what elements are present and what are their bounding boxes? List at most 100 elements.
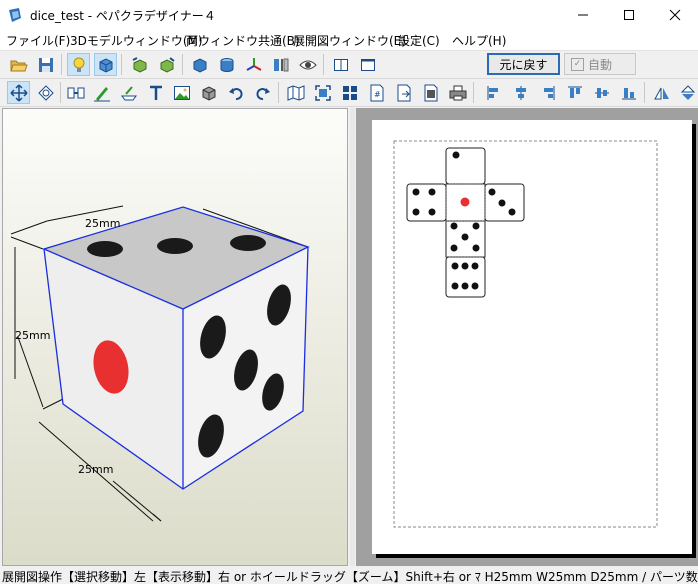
move-arrows-icon xyxy=(9,83,28,102)
select-move-tool[interactable] xyxy=(7,81,30,104)
minimize-icon xyxy=(578,14,588,16)
toolbar-separator xyxy=(121,54,122,75)
split-window-icon xyxy=(333,58,348,71)
redo-icon xyxy=(255,87,270,100)
align-center-icon xyxy=(515,85,526,100)
auto-checkbox[interactable]: ✓ 自動 xyxy=(564,53,636,75)
window-title: dice_test - ペパクラデザイナー４ xyxy=(30,9,216,23)
app-icon xyxy=(9,8,21,22)
view-splitter[interactable] xyxy=(350,108,355,566)
page-number-icon: # xyxy=(370,84,383,101)
export-button[interactable] xyxy=(392,81,415,104)
dimension-label-top: 25mm xyxy=(85,217,121,230)
menu-settings[interactable]: 設定(C) xyxy=(398,32,440,49)
printer-icon xyxy=(449,85,466,100)
svg-text:#: # xyxy=(374,90,381,99)
single-view-button[interactable] xyxy=(356,53,379,76)
folder-open-icon xyxy=(9,60,28,71)
edge-tool[interactable] xyxy=(90,81,113,104)
floppy-disk-icon xyxy=(38,57,53,72)
unfold-2d-view[interactable] xyxy=(356,108,698,566)
toolbar-edit: # xyxy=(0,79,698,107)
close-icon xyxy=(669,9,681,21)
parts-list-button[interactable] xyxy=(269,53,292,76)
map-view-button[interactable] xyxy=(284,81,307,104)
image-tool[interactable] xyxy=(170,81,193,104)
rotate-model-button[interactable] xyxy=(128,53,151,76)
axis-button[interactable] xyxy=(242,53,265,76)
toolbar-main: 元に戻す ✓ 自動 xyxy=(0,51,698,79)
align-middle-button[interactable] xyxy=(590,81,613,104)
align-bottom-icon xyxy=(621,87,636,99)
arrange-parts-button[interactable] xyxy=(338,81,361,104)
print-settings-button[interactable] xyxy=(419,81,442,104)
cube-icon xyxy=(202,85,215,101)
align-left-button[interactable] xyxy=(482,81,505,104)
toolbar-separator xyxy=(61,54,62,75)
open-button[interactable] xyxy=(7,53,30,76)
text-t-icon xyxy=(149,85,162,100)
print-button[interactable] xyxy=(446,81,469,104)
menu-3d-model-window[interactable]: 3Dモデルウィンドウ(M) xyxy=(70,32,203,49)
arrange-icon xyxy=(342,85,357,100)
pen-line-icon xyxy=(93,86,110,101)
window-icon xyxy=(360,58,375,71)
page-number-button[interactable]: # xyxy=(365,81,388,104)
redo-button[interactable] xyxy=(251,81,274,104)
dimension-label-bottom: 25mm xyxy=(78,463,114,476)
model-3d-view[interactable]: 25mm 25mm 25mm xyxy=(2,108,348,566)
light-bulb-icon xyxy=(73,57,84,72)
menu-help[interactable]: ヘルプ(H) xyxy=(452,32,506,49)
page-setup-icon xyxy=(424,84,437,101)
menu-both-windows[interactable]: 両ウィンドウ共通(B) xyxy=(186,32,300,49)
flip-vertical-button[interactable] xyxy=(676,81,698,104)
align-left-icon xyxy=(487,85,498,100)
textured-cube-icon xyxy=(99,57,112,73)
align-right-icon xyxy=(543,85,554,100)
toolbar-separator xyxy=(182,54,183,75)
toolbar-separator xyxy=(323,54,324,75)
minimize-button[interactable] xyxy=(560,0,606,30)
title-bar: dice_test - ペパクラデザイナー４ xyxy=(0,0,698,30)
close-button[interactable] xyxy=(652,0,698,30)
split-view-button[interactable] xyxy=(329,53,352,76)
align-top-button[interactable] xyxy=(563,81,586,104)
move-model-button[interactable] xyxy=(155,53,178,76)
align-bottom-button[interactable] xyxy=(617,81,640,104)
join-tool[interactable] xyxy=(64,81,87,104)
view-button[interactable] xyxy=(296,53,319,76)
texture-button[interactable] xyxy=(94,53,117,76)
light-button[interactable] xyxy=(67,53,90,76)
toolbar-separator xyxy=(278,82,279,103)
align-right-button[interactable] xyxy=(536,81,559,104)
flap-tool[interactable] xyxy=(117,81,140,104)
align-center-button[interactable] xyxy=(509,81,532,104)
status-text: 展開図操作【選択移動】左【表示移動】右 or ホイールドラッグ【ズーム】Shif… xyxy=(2,570,698,584)
cylinder-view-button[interactable] xyxy=(215,53,238,76)
rotate-part-tool[interactable] xyxy=(34,81,57,104)
box-icon xyxy=(193,57,206,73)
flip-icon xyxy=(653,87,669,99)
menu-unfold-window[interactable]: 展開図ウィンドウ(E) xyxy=(293,32,406,49)
page-arrow-icon xyxy=(397,84,410,101)
box-view-button[interactable] xyxy=(188,53,211,76)
auto-label: 自動 xyxy=(588,57,613,72)
unfold-part-tool[interactable] xyxy=(197,81,220,104)
toolbar-separator xyxy=(473,82,474,103)
rotate-cube-icon xyxy=(132,56,146,73)
align-top-icon xyxy=(567,86,582,98)
undo-icon xyxy=(228,87,243,100)
align-middle-icon xyxy=(594,87,609,98)
flip-horizontal-button[interactable] xyxy=(650,81,673,104)
maximize-button[interactable] xyxy=(606,0,652,30)
save-button[interactable] xyxy=(34,53,57,76)
fit-view-button[interactable] xyxy=(311,81,334,104)
dice-3d-model[interactable] xyxy=(3,109,348,566)
eye-icon xyxy=(298,60,317,69)
text-tool[interactable] xyxy=(144,81,167,104)
reset-button[interactable]: 元に戻す xyxy=(487,53,560,75)
map-icon xyxy=(287,84,304,101)
undo-button[interactable] xyxy=(224,81,247,104)
menu-file[interactable]: ファイル(F) xyxy=(6,32,70,49)
unfold-page[interactable] xyxy=(356,108,698,566)
